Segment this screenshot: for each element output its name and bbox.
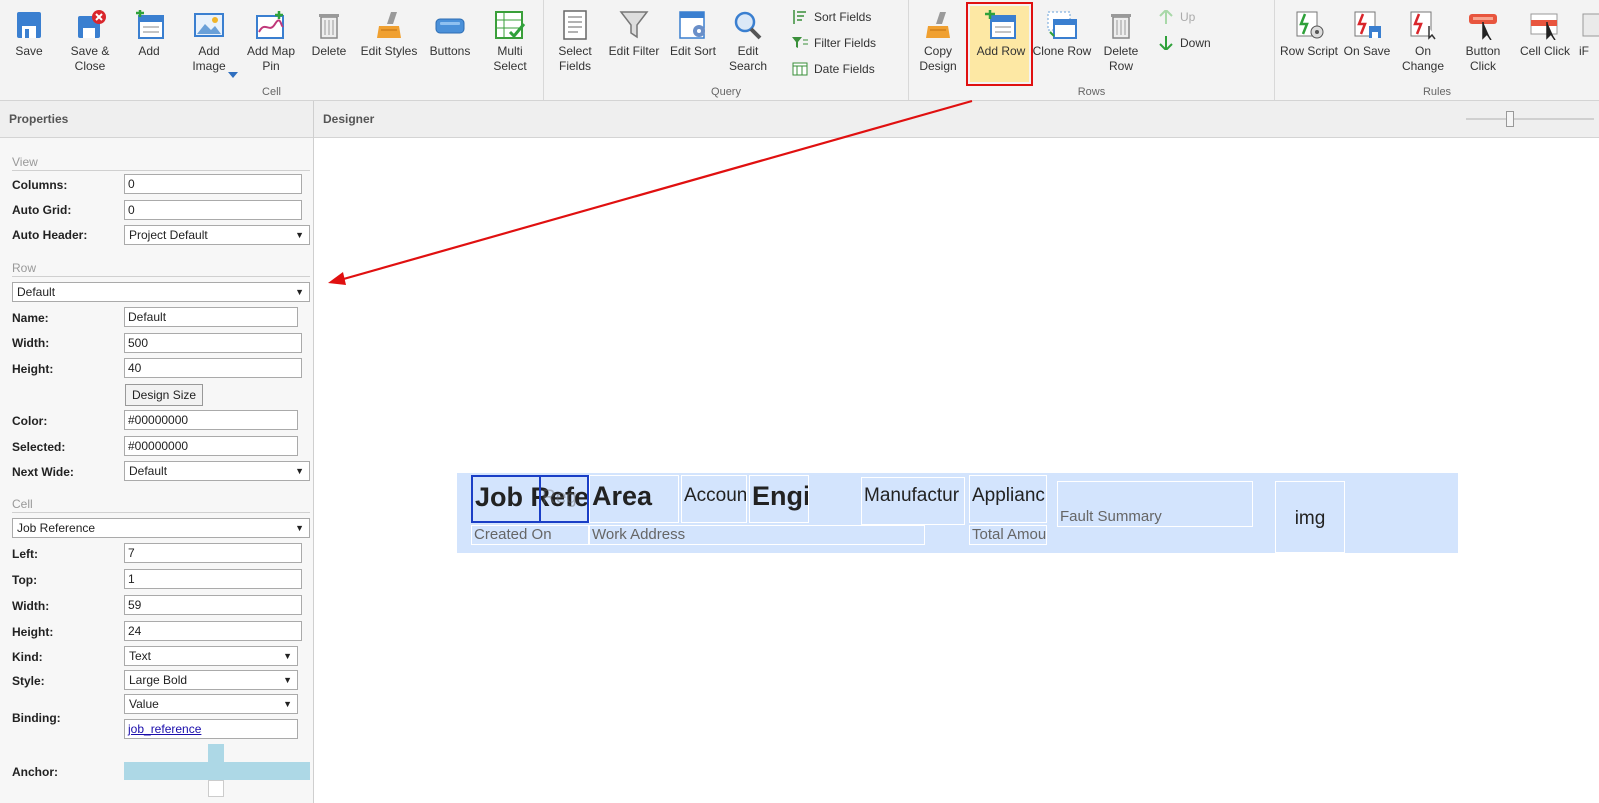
row-design-canvas[interactable]: Job Refe Reg Area Accoun Engi Manufactur… xyxy=(457,473,1458,553)
cell-img[interactable]: img xyxy=(1275,481,1345,553)
cell-appliance[interactable]: Applianc xyxy=(969,475,1047,523)
cell-engineer[interactable]: Engi xyxy=(749,475,809,523)
cell-account[interactable]: Accoun xyxy=(681,475,747,523)
cell-reg[interactable]: Reg xyxy=(541,479,587,519)
cell-fault-summary[interactable]: Fault Summary xyxy=(1057,481,1253,527)
cell-created-on[interactable]: Created On xyxy=(471,525,589,545)
cell-manufacturer[interactable]: Manufactur xyxy=(861,477,965,525)
cell-work-address[interactable]: Work Address xyxy=(589,525,925,545)
cell-area[interactable]: Area xyxy=(589,475,679,523)
cell-total-amount[interactable]: Total Amou xyxy=(969,525,1047,545)
annotation-arrow xyxy=(328,99,973,285)
